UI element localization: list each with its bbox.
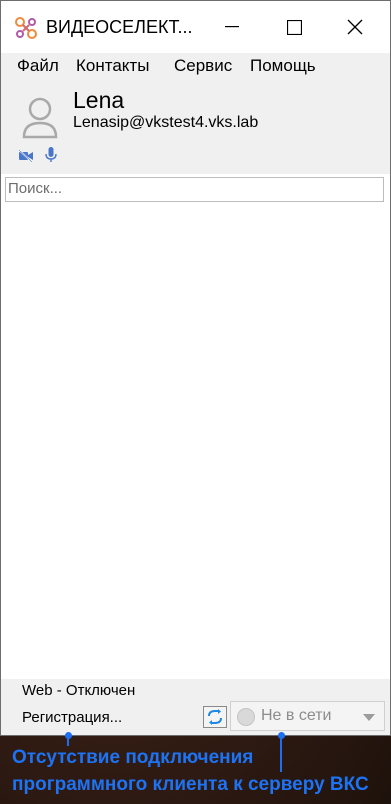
presence-label: Не в сети — [261, 707, 332, 724]
close-icon — [347, 19, 363, 35]
camera-off-icon[interactable] — [19, 150, 33, 162]
maximize-button[interactable] — [263, 1, 325, 53]
status-panel: Web - Отключен Регистрация... Не в сети — [1, 679, 390, 735]
maximize-icon — [286, 19, 302, 35]
menu-file[interactable]: Файл — [17, 56, 59, 76]
annotation-pointer-line-right — [280, 734, 282, 772]
microphone-icon[interactable] — [45, 147, 57, 163]
presence-status-dot — [237, 708, 255, 726]
title-bar[interactable]: ВИДЕОСЕЛЕКТ... — [1, 1, 390, 53]
profile-name: Lena — [73, 87, 125, 113]
window-title: ВИДЕОСЕЛЕКТ... — [46, 17, 193, 37]
user-avatar-icon[interactable] — [21, 95, 59, 139]
search-input[interactable]: Поиск... — [5, 177, 384, 202]
profile-email: Lenasip@vkstest4.vks.lab — [73, 114, 259, 131]
web-status-label: Web - Отключен — [22, 682, 136, 699]
annotation-caption-line-2: программного клиента к серверу ВКС — [12, 774, 369, 795]
app-window: ВИДЕОСЕЛЕКТ... Файл Контакты Сервис Помо… — [0, 0, 391, 736]
minimize-icon — [225, 26, 239, 28]
menu-bar: Файл Контакты Сервис Помощь — [1, 53, 390, 79]
minimize-button[interactable] — [201, 1, 263, 53]
registration-status-label: Регистрация... — [22, 709, 123, 726]
annotation-caption-line-1: Отсутствие подключения — [12, 747, 254, 768]
profile-panel: Lena Lenasip@vkstest4.vks.lab — [1, 79, 390, 174]
close-button[interactable] — [324, 1, 386, 53]
presence-select[interactable]: Не в сети — [230, 701, 385, 731]
menu-help[interactable]: Помощь — [250, 56, 316, 76]
refresh-icon — [208, 709, 222, 725]
videoselect-logo-icon — [15, 17, 37, 39]
contact-list[interactable] — [5, 205, 384, 679]
annotation-pointer-line-left — [67, 734, 69, 746]
refresh-button[interactable] — [203, 706, 227, 728]
menu-service[interactable]: Сервис — [174, 56, 232, 76]
menu-contacts[interactable]: Контакты — [76, 56, 149, 76]
chevron-down-icon — [363, 714, 375, 721]
